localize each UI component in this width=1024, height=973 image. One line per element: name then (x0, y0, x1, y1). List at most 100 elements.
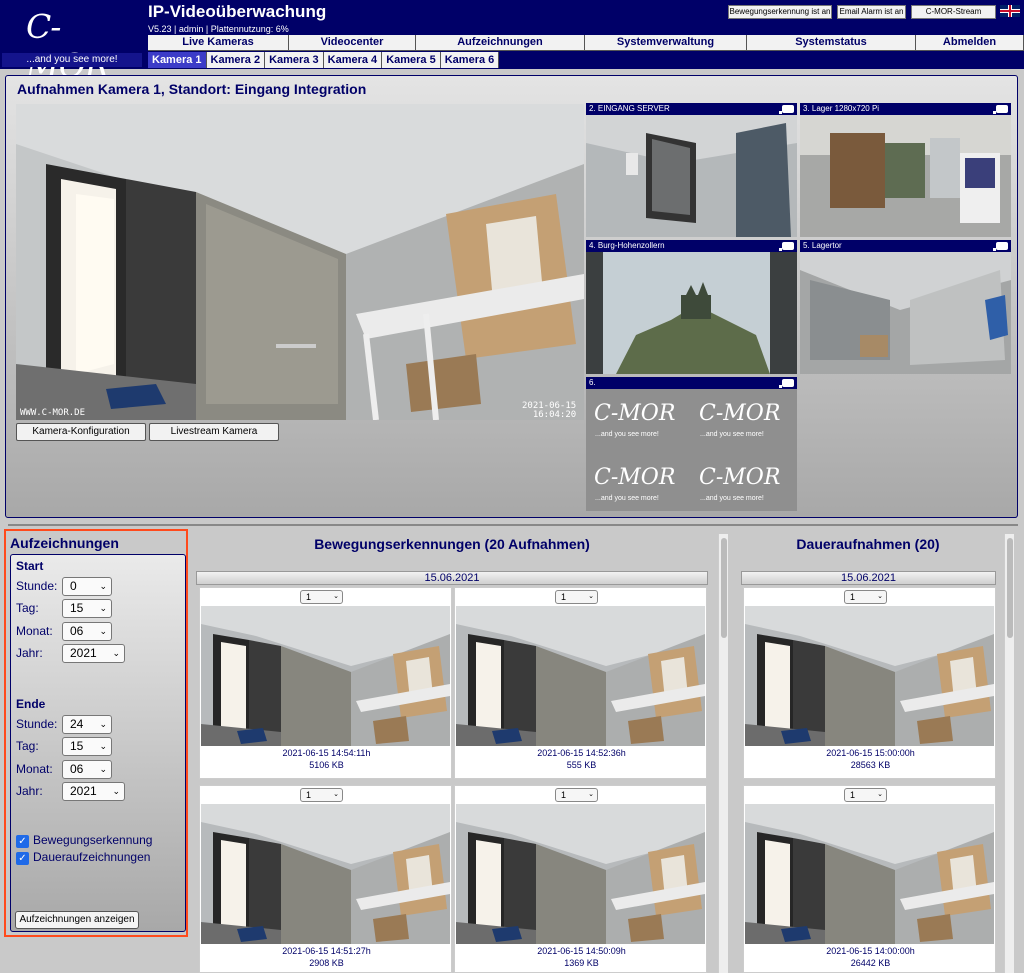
camera-config-button[interactable]: Kamera-Konfiguration (16, 423, 146, 441)
recording-card[interactable]: 1 ⌄ 2021-06-15 14:00:00h 26442 KB (743, 785, 996, 973)
main-camera-view[interactable]: WWW.C-MOR.DE 2021-06-15 16:04:20 (16, 104, 584, 420)
tab-kamera-3[interactable]: Kamera 3 (265, 52, 324, 68)
stream-button[interactable]: C-MOR-Stream (911, 5, 996, 19)
continuous-scrollbar[interactable] (1004, 534, 1014, 973)
select-value: 15 (70, 601, 84, 615)
nav-abmelden[interactable]: Abmelden (916, 35, 1024, 51)
select-value: 15 (70, 739, 84, 753)
end-year-select[interactable]: 2021 ⌄ (62, 782, 125, 801)
select-value: 1 (850, 592, 856, 602)
tab-kamera-4[interactable]: Kamera 4 (323, 52, 383, 68)
motion-checkbox[interactable]: ✓ (16, 835, 29, 848)
tab-kamera-2[interactable]: Kamera 2 (206, 52, 266, 68)
filter-box: Start Stunde: 0 ⌄ Tag: 15 ⌄ Monat: 06 ⌄ Jah… (10, 554, 186, 932)
chevron-down-icon: ⌄ (588, 791, 594, 798)
chevron-down-icon: ⌄ (99, 581, 107, 591)
tab-kamera-6[interactable]: Kamera 6 (440, 52, 500, 68)
select-value: 1 (561, 592, 567, 602)
chevron-down-icon: ⌄ (333, 593, 339, 600)
camera-thumbnail-5[interactable]: 5. Lagertor (800, 240, 1011, 374)
camera-icon (779, 379, 794, 388)
start-month-select[interactable]: 06 ⌄ (62, 622, 112, 641)
select-value: 06 (70, 762, 84, 776)
logo[interactable]: C-MOR ...and you see more! (2, 1, 142, 85)
thumbnail-label: 4. Burg-Hohenzollern (586, 240, 797, 252)
motion-status-button[interactable]: Bewegungserkennung ist an (728, 5, 832, 19)
recording-thumbnail[interactable] (745, 804, 994, 944)
camera-image (456, 804, 705, 944)
uk-flag-icon[interactable] (1000, 5, 1020, 17)
recording-select[interactable]: 1 ⌄ (555, 788, 598, 802)
start-day-select[interactable]: 15 ⌄ (62, 599, 112, 618)
motion-date-bar: 15.06.2021 (196, 571, 708, 585)
logo-text: C-MOR (26, 7, 110, 85)
main-nav: Live Kameras Videocenter Aufzeichnungen … (148, 35, 1024, 51)
nav-videocenter[interactable]: Videocenter (289, 35, 416, 51)
camera-image (201, 804, 450, 944)
recording-size: 26442 KB (850, 958, 891, 968)
recording-select[interactable]: 1 ⌄ (300, 590, 343, 604)
recording-select[interactable]: 1 ⌄ (555, 590, 598, 604)
recording-thumbnail[interactable] (456, 804, 705, 944)
tab-kamera-5[interactable]: Kamera 5 (382, 52, 441, 68)
start-year-select[interactable]: 2021 ⌄ (62, 644, 125, 663)
end-hour-select[interactable]: 24 ⌄ (62, 715, 112, 734)
continuous-checkbox[interactable]: ✓ (16, 852, 29, 865)
chevron-down-icon: ⌄ (99, 603, 107, 613)
recording-card[interactable]: 1 ⌄ 2021-06-15 14:52:36h 555 KB (454, 587, 707, 779)
recording-card[interactable]: 1 ⌄ 2021-06-15 14:51:27h 2908 KB (199, 785, 452, 973)
email-alarm-button[interactable]: Email Alarm ist an (837, 5, 906, 19)
end-heading: Ende (16, 697, 46, 711)
camera-thumbnail-6[interactable]: 6. C-MOR ...and you see more! C-MOR ...a… (586, 377, 797, 511)
start-hour-select[interactable]: 0 ⌄ (62, 577, 112, 596)
recording-thumbnail[interactable] (201, 804, 450, 944)
recording-select[interactable]: 1 ⌄ (844, 788, 887, 802)
end-month-label: Monat: (16, 762, 53, 776)
chevron-down-icon: ⌄ (333, 791, 339, 798)
camera-tabs: Kamera 1 Kamera 2 Kamera 3 Kamera 4 Kame… (148, 52, 500, 68)
show-recordings-button[interactable]: Aufzeichnungen anzeigen (15, 911, 139, 929)
recording-thumbnail[interactable] (745, 606, 994, 746)
nav-live-kameras[interactable]: Live Kameras (148, 35, 289, 51)
motion-column-title: Bewegungserkennungen (20 Aufnahmen) (314, 536, 590, 552)
motion-scrollbar[interactable] (718, 534, 728, 973)
chevron-down-icon: ⌄ (112, 648, 120, 658)
recording-time: 2021-06-15 15:00:00h (826, 748, 915, 758)
recordings-filter-panel: Aufzeichnungen Start Stunde: 0 ⌄ Tag: 15 ⌄… (4, 529, 188, 937)
nav-systemverwaltung[interactable]: Systemverwaltung (585, 35, 747, 51)
nav-systemstatus[interactable]: Systemstatus (747, 35, 916, 51)
end-day-label: Tag: (16, 739, 39, 753)
recording-time: 2021-06-15 14:00:00h (826, 946, 915, 956)
end-month-select[interactable]: 06 ⌄ (62, 760, 112, 779)
camera-image (201, 606, 450, 746)
recording-card[interactable]: 1 ⌄ 2021-06-15 14:54:11h 5106 KB (199, 587, 452, 779)
select-value: 1 (306, 790, 312, 800)
end-hour-label: Stunde: (16, 717, 58, 731)
start-month-label: Monat: (16, 624, 53, 638)
recording-thumbnail[interactable] (456, 606, 705, 746)
camera-thumbnail-2[interactable]: 2. EINGANG SERVER (586, 103, 797, 237)
camera-thumbnail-4[interactable]: 4. Burg-Hohenzollern (586, 240, 797, 374)
recording-select[interactable]: 1 ⌄ (300, 788, 343, 802)
recording-select[interactable]: 1 ⌄ (844, 590, 887, 604)
camera-image (745, 606, 994, 746)
camera-thumbnail-3[interactable]: 3. Lager 1280x720 Pi (800, 103, 1011, 237)
recording-thumbnail[interactable] (201, 606, 450, 746)
camera-icon (993, 105, 1008, 114)
placeholder-logo: C-MOR (594, 465, 676, 490)
chevron-down-icon: ⌄ (877, 593, 883, 600)
nav-aufzeichnungen[interactable]: Aufzeichnungen (416, 35, 585, 51)
chevron-down-icon: ⌄ (877, 791, 883, 798)
placeholder-tagline: ...and you see more! (700, 431, 764, 438)
end-day-select[interactable]: 15 ⌄ (62, 737, 112, 756)
recording-card[interactable]: 1 ⌄ 2021-06-15 15:00:00h 28563 KB (743, 587, 996, 779)
continuous-column-title: Daueraufnahmen (20) (796, 536, 940, 552)
select-value: 1 (561, 790, 567, 800)
select-value: 2021 (70, 784, 97, 798)
recording-time: 2021-06-15 14:54:11h (282, 748, 371, 758)
thumbnail-label: 6. (586, 377, 797, 389)
tab-kamera-1[interactable]: Kamera 1 (148, 52, 207, 68)
livestream-button[interactable]: Livestream Kamera (149, 423, 279, 441)
recording-card[interactable]: 1 ⌄ 2021-06-15 14:50:09h 1369 KB (454, 785, 707, 973)
camera-icon (779, 242, 794, 251)
